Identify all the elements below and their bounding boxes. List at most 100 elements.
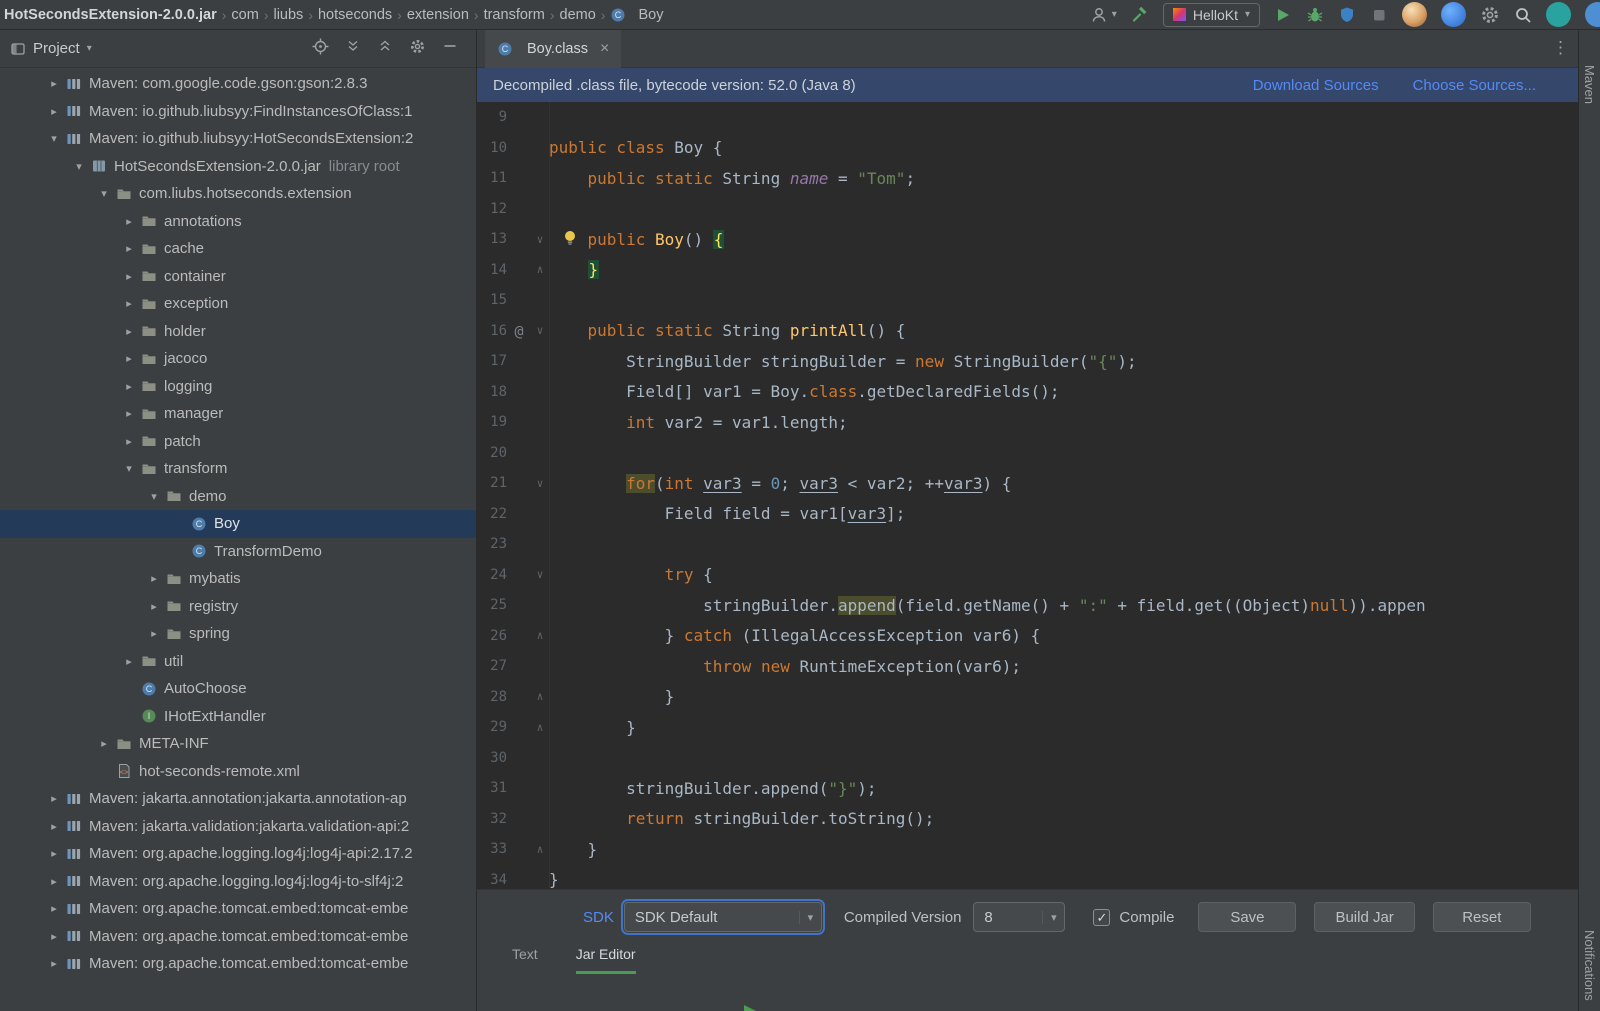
tree-item-maven-jakarta-annotation-jakarta-annotatio[interactable]: ▸Maven: jakarta.annotation:jakarta.annot… bbox=[0, 785, 476, 813]
fold-marker-icon[interactable]: ∧ bbox=[531, 263, 549, 276]
code-line-15[interactable]: 15 bbox=[477, 285, 1578, 316]
tree-item-mybatis[interactable]: ▸mybatis bbox=[0, 565, 476, 593]
code-line-10[interactable]: 10public class Boy { bbox=[477, 133, 1578, 164]
tree-expand-arrow[interactable]: ▸ bbox=[117, 270, 141, 283]
tree-item-container[interactable]: ▸container bbox=[0, 263, 476, 291]
tree-item-maven-io-github-liubsyy-hotsecondsextensio[interactable]: ▾Maven: io.github.liubsyy:HotSecondsExte… bbox=[0, 125, 476, 153]
code-line-22[interactable]: 22 Field field = var1[var3]; bbox=[477, 499, 1578, 530]
tree-collapse-arrow[interactable]: ▾ bbox=[142, 490, 166, 503]
code-line-17[interactable]: 17 StringBuilder stringBuilder = new Str… bbox=[477, 346, 1578, 377]
line-number[interactable]: 30 bbox=[477, 750, 507, 766]
line-number[interactable]: 9 bbox=[477, 109, 507, 125]
tree-item-util[interactable]: ▸util bbox=[0, 648, 476, 676]
tree-item-logging[interactable]: ▸logging bbox=[0, 373, 476, 401]
tree-collapse-arrow[interactable]: ▾ bbox=[42, 132, 66, 145]
run-button[interactable] bbox=[1274, 6, 1292, 24]
line-number[interactable]: 27 bbox=[477, 658, 507, 674]
tree-expand-arrow[interactable]: ▸ bbox=[42, 957, 66, 970]
tree-expand-arrow[interactable]: ▸ bbox=[42, 105, 66, 118]
code-line-27[interactable]: 27 throw new RuntimeException(var6); bbox=[477, 651, 1578, 682]
tree-item-maven-jakarta-validation-jakarta-validatio[interactable]: ▸Maven: jakarta.validation:jakarta.valid… bbox=[0, 813, 476, 841]
fold-marker-icon[interactable]: ∧ bbox=[531, 721, 549, 734]
tree-collapse-arrow[interactable]: ▾ bbox=[67, 160, 91, 173]
tree-item-autochoose[interactable]: CAutoChoose bbox=[0, 675, 476, 703]
code-line-29[interactable]: 29∧ } bbox=[477, 712, 1578, 743]
line-number[interactable]: 23 bbox=[477, 536, 507, 552]
tree-item-demo[interactable]: ▾demo bbox=[0, 483, 476, 511]
tree-item-hot-seconds-remote-xml[interactable]: <>hot-seconds-remote.xml bbox=[0, 758, 476, 786]
code-line-16[interactable]: 16@∨ public static String printAll() { bbox=[477, 316, 1578, 347]
hide-panel-button[interactable] bbox=[442, 38, 458, 59]
panel-settings-button[interactable] bbox=[409, 38, 426, 60]
code-line-14[interactable]: 14∧ } bbox=[477, 255, 1578, 286]
collapse-all-button[interactable] bbox=[377, 38, 393, 59]
line-number[interactable]: 31 bbox=[477, 780, 507, 796]
tree-item-maven-io-github-liubsyy-findinstancesofcla[interactable]: ▸Maven: io.github.liubsyy:FindInstancesO… bbox=[0, 98, 476, 126]
stop-button[interactable] bbox=[1370, 6, 1388, 24]
tree-item-maven-com-google-code-gson-gson-2-8-3[interactable]: ▸Maven: com.google.code.gson:gson:2.8.3 bbox=[0, 70, 476, 98]
tree-expand-arrow[interactable]: ▸ bbox=[142, 627, 166, 640]
code-line-20[interactable]: 20 bbox=[477, 438, 1578, 469]
avatar-3[interactable] bbox=[1546, 2, 1571, 27]
tree-item-maven-org-apache-tomcat-embed-tomcat-embe[interactable]: ▸Maven: org.apache.tomcat.embed:tomcat-e… bbox=[0, 923, 476, 951]
tree-expand-arrow[interactable]: ▸ bbox=[117, 215, 141, 228]
code-line-25[interactable]: 25 stringBuilder.append(field.getName() … bbox=[477, 590, 1578, 621]
maven-tool-button[interactable]: Maven bbox=[1582, 65, 1597, 104]
fold-marker-icon[interactable]: ∨ bbox=[531, 324, 549, 337]
debug-button[interactable] bbox=[1306, 6, 1324, 24]
save-button[interactable]: Save bbox=[1198, 902, 1296, 932]
tree-expand-arrow[interactable]: ▸ bbox=[42, 902, 66, 915]
line-number[interactable]: 14 bbox=[477, 262, 507, 278]
expand-all-button[interactable] bbox=[345, 38, 361, 59]
breadcrumb-item-extension[interactable]: extension bbox=[407, 7, 469, 23]
fold-marker-icon[interactable]: ∨ bbox=[531, 233, 549, 246]
line-number[interactable]: 21 bbox=[477, 475, 507, 491]
tree-expand-arrow[interactable]: ▸ bbox=[42, 820, 66, 833]
user-menu-button[interactable]: ▾ bbox=[1090, 6, 1117, 24]
code-line-11[interactable]: 11 public static String name = "Tom"; bbox=[477, 163, 1578, 194]
tree-item-transformdemo[interactable]: CTransformDemo bbox=[0, 538, 476, 566]
code-line-18[interactable]: 18 Field[] var1 = Boy.class.getDeclaredF… bbox=[477, 377, 1578, 408]
close-tab-icon[interactable]: × bbox=[600, 40, 609, 58]
editor-tab-boy-class[interactable]: C Boy.class × bbox=[485, 30, 621, 68]
coverage-button[interactable] bbox=[1338, 6, 1356, 24]
line-number[interactable]: 24 bbox=[477, 567, 507, 583]
tree-item-meta-inf[interactable]: ▸META-INF bbox=[0, 730, 476, 758]
line-number[interactable]: 10 bbox=[477, 140, 507, 156]
breadcrumb-item-hotseconds[interactable]: hotseconds bbox=[318, 7, 392, 23]
code-line-32[interactable]: 32 return stringBuilder.toString(); bbox=[477, 804, 1578, 835]
breadcrumb-item-boy[interactable]: CBoy bbox=[610, 7, 663, 23]
code-line-23[interactable]: 23 bbox=[477, 529, 1578, 560]
download-sources-link[interactable]: Download Sources bbox=[1253, 77, 1379, 94]
choose-sources-link[interactable]: Choose Sources... bbox=[1413, 77, 1536, 94]
tree-item-boy[interactable]: CBoy bbox=[0, 510, 476, 538]
settings-button[interactable] bbox=[1480, 5, 1500, 25]
compiled-version-select[interactable]: 8 ▾ bbox=[973, 902, 1065, 932]
line-number[interactable]: 15 bbox=[477, 292, 507, 308]
avatar-2[interactable] bbox=[1441, 2, 1466, 27]
tree-item-registry[interactable]: ▸registry bbox=[0, 593, 476, 621]
fold-marker-icon[interactable]: ∧ bbox=[531, 843, 549, 856]
breadcrumb-item-demo[interactable]: demo bbox=[560, 7, 596, 23]
tree-expand-arrow[interactable]: ▸ bbox=[117, 242, 141, 255]
tree-item-maven-org-apache-logging-log4j-log4j-to-sl[interactable]: ▸Maven: org.apache.logging.log4j:log4j-t… bbox=[0, 868, 476, 896]
fold-marker-icon[interactable]: ∧ bbox=[531, 629, 549, 642]
tree-expand-arrow[interactable]: ▸ bbox=[92, 737, 116, 750]
fold-marker-icon[interactable]: ∨ bbox=[531, 477, 549, 490]
line-number[interactable]: 28 bbox=[477, 689, 507, 705]
intention-bulb-icon[interactable] bbox=[563, 230, 577, 250]
code-line-30[interactable]: 30 bbox=[477, 743, 1578, 774]
project-view-selector[interactable]: Project ▾ bbox=[10, 40, 92, 57]
code-line-24[interactable]: 24∨ try { bbox=[477, 560, 1578, 591]
tree-item-hotsecondsextension-2-0-0-jar[interactable]: ▾HotSecondsExtension-2.0.0.jarlibrary ro… bbox=[0, 153, 476, 181]
code-line-28[interactable]: 28∧ } bbox=[477, 682, 1578, 713]
code-line-13[interactable]: 13∨ public Boy() { bbox=[477, 224, 1578, 255]
tree-item-maven-org-apache-tomcat-embed-tomcat-embe[interactable]: ▸Maven: org.apache.tomcat.embed:tomcat-e… bbox=[0, 895, 476, 923]
tree-expand-arrow[interactable]: ▸ bbox=[117, 380, 141, 393]
tree-item-spring[interactable]: ▸spring bbox=[0, 620, 476, 648]
avatar-1[interactable] bbox=[1402, 2, 1427, 27]
tree-expand-arrow[interactable]: ▸ bbox=[117, 435, 141, 448]
build-button[interactable] bbox=[1131, 6, 1149, 24]
line-number[interactable]: 17 bbox=[477, 353, 507, 369]
tree-item-annotations[interactable]: ▸annotations bbox=[0, 208, 476, 236]
